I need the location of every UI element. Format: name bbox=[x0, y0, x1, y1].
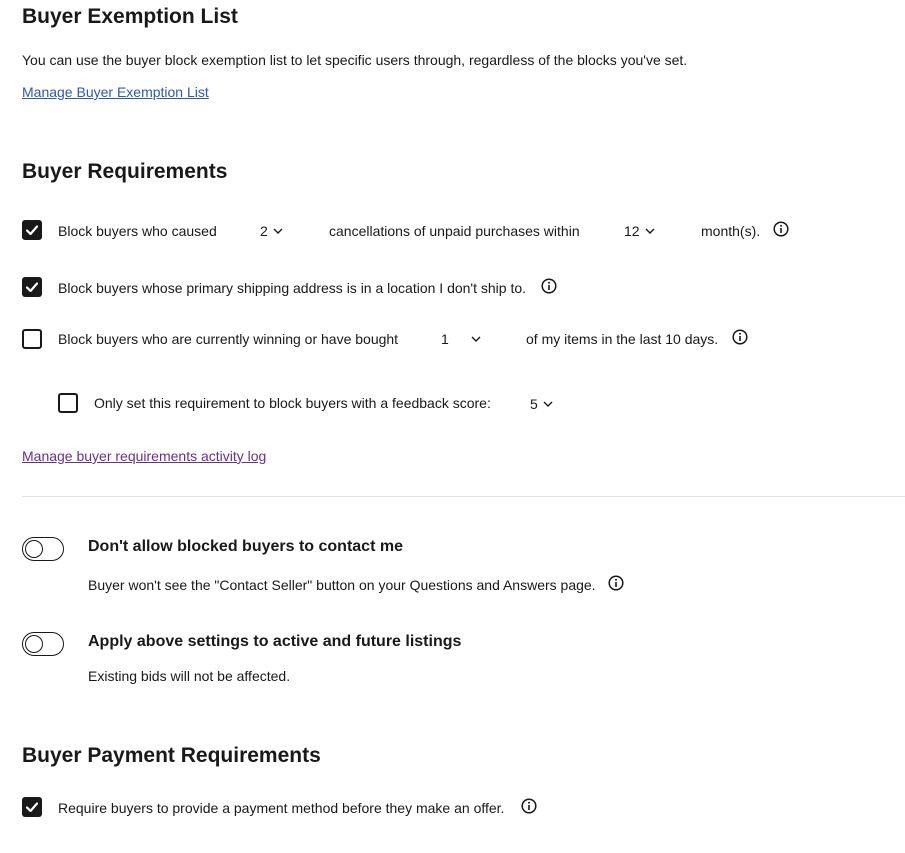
chevron-down-icon bbox=[273, 228, 283, 234]
exemption-description: You can use the buyer block exemption li… bbox=[22, 52, 688, 68]
chevron-down-icon bbox=[543, 401, 553, 407]
checkmark-icon bbox=[25, 282, 39, 293]
chevron-down-icon bbox=[471, 336, 481, 342]
cancellations-text-before: Block buyers who caused bbox=[58, 223, 217, 239]
payment-method-checkbox[interactable] bbox=[22, 797, 42, 817]
info-icon[interactable] bbox=[608, 575, 624, 591]
feedback-score-checkbox[interactable] bbox=[58, 393, 78, 413]
items-count-value: 1 bbox=[441, 331, 449, 347]
toggle-knob bbox=[25, 540, 43, 558]
toggle-knob bbox=[25, 635, 43, 653]
cancellations-checkbox[interactable] bbox=[22, 220, 42, 240]
apply-listings-title: Apply above settings to active and futur… bbox=[88, 633, 462, 650]
winning-items-checkbox[interactable] bbox=[22, 329, 42, 349]
months-text-after: month(s). bbox=[701, 223, 761, 239]
exemption-heading: Buyer Exemption List bbox=[22, 5, 238, 28]
feedback-score-text: Only set this requirement to block buyer… bbox=[94, 395, 491, 411]
info-icon[interactable] bbox=[521, 798, 537, 814]
manage-exemption-link[interactable]: Manage Buyer Exemption List bbox=[22, 84, 209, 100]
apply-listings-toggle[interactable] bbox=[22, 632, 64, 656]
block-contact-description: Buyer won't see the "Contact Seller" but… bbox=[88, 577, 596, 593]
requirements-heading: Buyer Requirements bbox=[22, 160, 228, 183]
shipping-location-checkbox[interactable] bbox=[22, 277, 42, 297]
cancellations-text-middle: cancellations of unpaid purchases within bbox=[329, 223, 580, 239]
winning-items-text-before: Block buyers who are currently winning o… bbox=[58, 331, 399, 347]
shipping-location-text: Block buyers whose primary shipping addr… bbox=[58, 280, 527, 296]
checkmark-icon bbox=[25, 225, 39, 236]
info-icon[interactable] bbox=[773, 221, 789, 237]
items-count-select[interactable]: 1 bbox=[441, 331, 481, 347]
info-icon[interactable] bbox=[541, 278, 557, 294]
activity-log-link[interactable]: Manage buyer requirements activity log bbox=[22, 448, 266, 464]
info-icon[interactable] bbox=[732, 329, 748, 345]
months-value: 12 bbox=[624, 223, 640, 239]
chevron-down-icon bbox=[645, 228, 655, 234]
cancellations-count-select[interactable]: 2 bbox=[260, 223, 283, 239]
months-select[interactable]: 12 bbox=[624, 223, 655, 239]
feedback-score-select[interactable]: 5 bbox=[530, 396, 553, 412]
cancellations-count-value: 2 bbox=[260, 223, 268, 239]
payment-method-text: Require buyers to provide a payment meth… bbox=[58, 800, 505, 816]
block-contact-toggle[interactable] bbox=[22, 537, 64, 561]
section-divider bbox=[22, 496, 905, 497]
feedback-score-value: 5 bbox=[530, 396, 538, 412]
payment-heading: Buyer Payment Requirements bbox=[22, 744, 321, 767]
winning-items-text-after: of my items in the last 10 days. bbox=[526, 331, 719, 347]
checkmark-icon bbox=[25, 802, 39, 813]
block-contact-title: Don't allow blocked buyers to contact me bbox=[88, 538, 403, 555]
apply-listings-description: Existing bids will not be affected. bbox=[88, 668, 291, 684]
